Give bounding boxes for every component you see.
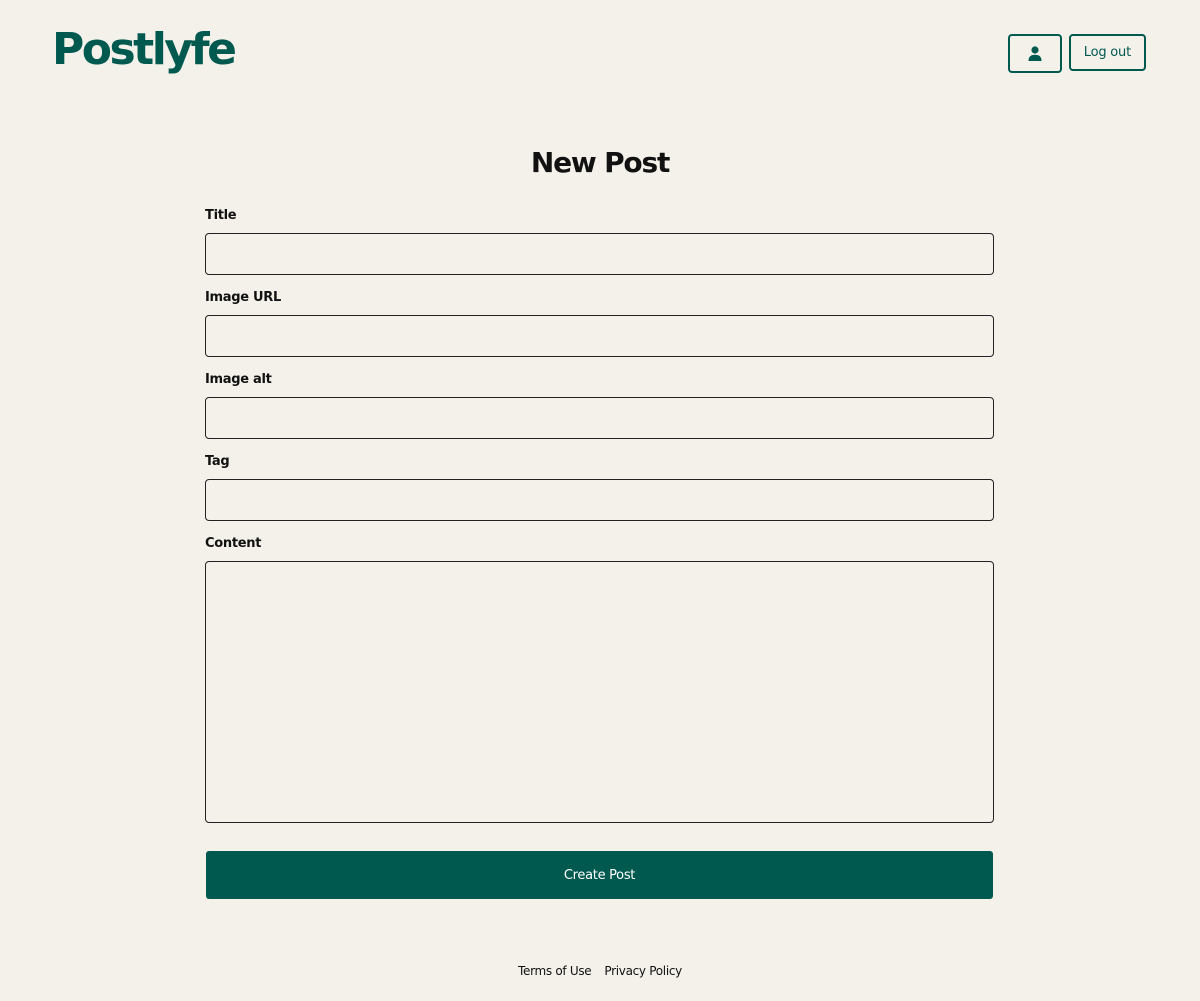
image-alt-input[interactable] (205, 397, 994, 439)
content-textarea[interactable] (205, 561, 994, 823)
tag-input[interactable] (205, 479, 994, 521)
tag-label: Tag (205, 454, 230, 469)
create-post-button[interactable]: Create Post (206, 851, 993, 899)
page-title: New Post (530, 146, 670, 179)
new-post-form: Title Image URL Image alt Tag Content Cr… (205, 206, 994, 899)
image-url-input[interactable] (205, 315, 994, 357)
profile-button[interactable] (1007, 34, 1062, 73)
terms-link[interactable]: Terms of Use (518, 964, 592, 978)
privacy-link[interactable]: Privacy Policy (604, 964, 682, 978)
title-label: Title (205, 208, 237, 223)
content-label: Content (205, 536, 262, 551)
logo[interactable]: Postlyfe (52, 22, 237, 78)
logout-button[interactable]: Log out (1068, 34, 1146, 71)
image-alt-label: Image alt (205, 372, 272, 387)
title-input[interactable] (205, 233, 994, 275)
user-icon (1028, 46, 1042, 61)
footer: Terms of Use Privacy Policy (0, 964, 1200, 978)
header-actions: Log out (1007, 34, 1146, 73)
image-url-label: Image URL (205, 290, 281, 305)
